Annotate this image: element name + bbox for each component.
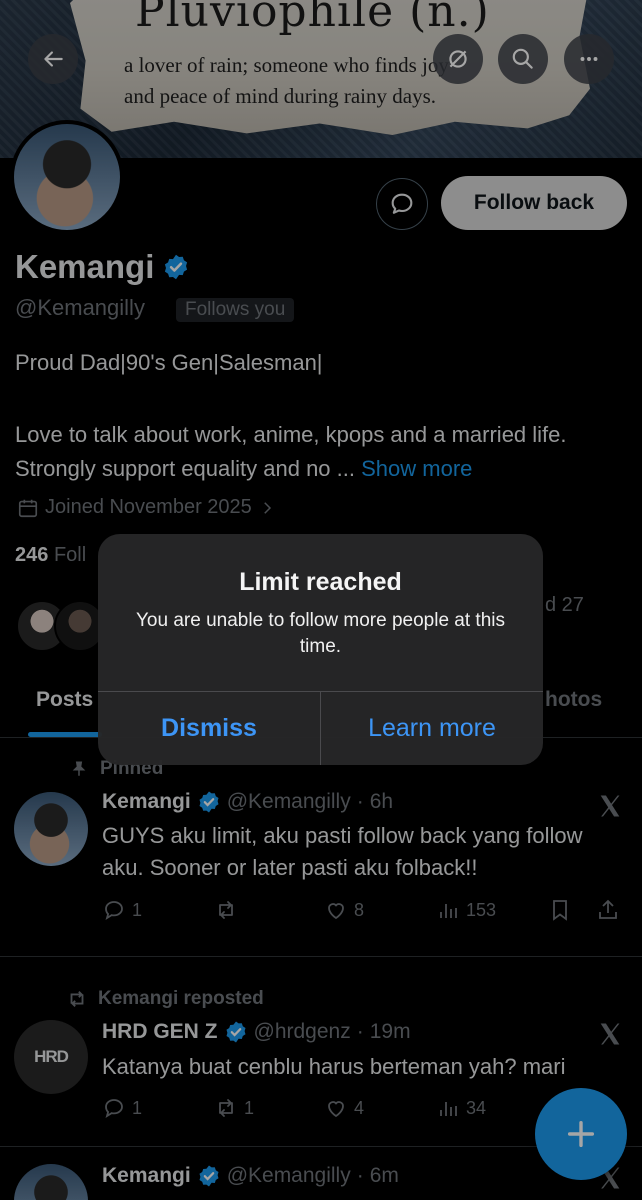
dialog-title: Limit reached xyxy=(239,568,402,596)
learn-more-button[interactable]: Learn more xyxy=(321,691,543,765)
dismiss-button[interactable]: Dismiss xyxy=(98,691,320,765)
dialog-message: You are unable to follow more people at … xyxy=(136,610,505,657)
limit-reached-dialog: Limit reached You are unable to follow m… xyxy=(98,534,543,765)
